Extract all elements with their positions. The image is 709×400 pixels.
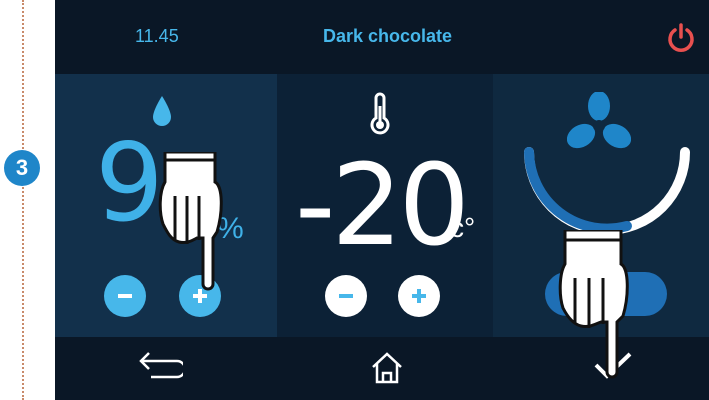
thermometer-icon [370, 92, 390, 135]
temperature-unit: c° [450, 212, 476, 243]
power-icon[interactable] [665, 22, 697, 54]
program-title: Dark chocolate [323, 26, 453, 46]
humidity-value: 9 [95, 121, 164, 246]
temperature-plus-button[interactable] [398, 275, 440, 317]
minus-icon [339, 294, 353, 298]
humidity-minus-button[interactable] [104, 275, 146, 317]
hand-pointer-icon [558, 230, 629, 379]
home-icon[interactable] [370, 351, 404, 385]
minus-icon [118, 294, 132, 298]
fan-speed-dial[interactable] [517, 140, 697, 240]
temperature-value: -20 [295, 141, 470, 271]
temperature-minus-button[interactable] [325, 275, 367, 317]
plus-icon [412, 289, 426, 303]
step-badge: 3 [4, 150, 40, 186]
top-bar: 11.45 Dark chocolate [55, 0, 709, 74]
hand-pointer-icon [158, 152, 223, 291]
device-screen: 11.45 Dark chocolate 9 % -20 c° [55, 0, 709, 400]
step-dotted-line [22, 0, 24, 400]
back-icon[interactable] [137, 349, 183, 383]
clock: 11.45 [135, 26, 179, 46]
